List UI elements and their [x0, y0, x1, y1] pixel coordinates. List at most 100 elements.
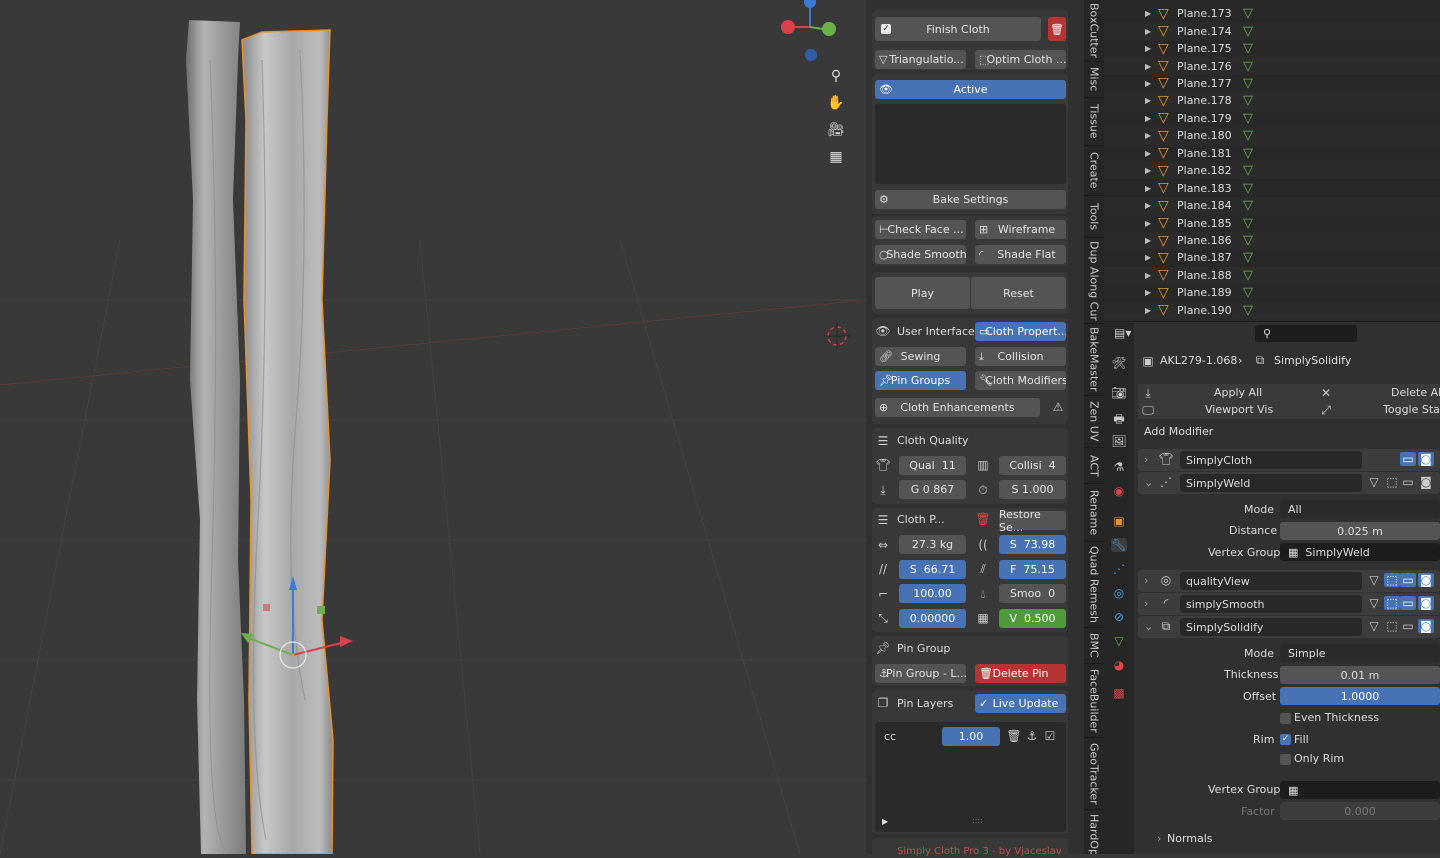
resize-handle-icon[interactable]: ::::	[972, 816, 983, 825]
shear-field[interactable]: S 66.71	[899, 560, 966, 579]
expand-arrow-icon[interactable]: ▶	[1145, 271, 1151, 280]
chevron-right-icon[interactable]: ›	[1144, 574, 1148, 587]
zoom-icon[interactable]: ⚲	[824, 64, 848, 88]
tab-bakemaster[interactable]: BakeMaster	[1084, 324, 1104, 396]
cloth-enhancements-button[interactable]: ⊕ Cloth Enhancements	[875, 398, 1040, 417]
outliner-row[interactable]: ▶ ▽ Plane.174 ▽	[1104, 22, 1440, 40]
modifier-wrench-icon[interactable]: 🔧︎	[1111, 538, 1127, 552]
modifier-name[interactable]: simplySmooth	[1180, 595, 1362, 613]
outliner-row[interactable]: ▶ ▽ Plane.183 ▽	[1104, 180, 1440, 197]
outliner-row[interactable]: ▶ ▽ Plane.176 ▽	[1104, 57, 1440, 75]
outliner-row[interactable]: ▶ ▽ Plane.177 ▽	[1104, 75, 1440, 92]
expand-arrow-icon[interactable]: ▶	[1145, 9, 1151, 18]
camera-icon[interactable]: ◙	[1418, 573, 1434, 587]
mesh-data-icon[interactable]: ▽	[1243, 128, 1253, 143]
expand-arrow-icon[interactable]: ▶	[1145, 149, 1151, 158]
world-icon[interactable]: ◉	[1111, 484, 1127, 498]
trash-icon[interactable]: 🗑︎	[975, 512, 991, 526]
thickness-field[interactable]: 0.01 m	[1280, 666, 1440, 684]
normals-subpanel[interactable]: Normals	[1167, 832, 1213, 845]
weld-mode-dropdown[interactable]: All	[1280, 500, 1440, 518]
outliner-row[interactable]: ▶ ▽ Plane.180 ▽	[1104, 127, 1440, 145]
apply-all-button[interactable]: Apply All	[1214, 386, 1262, 399]
monitor-icon[interactable]: ▭	[1400, 596, 1416, 610]
play-button[interactable]: Play	[875, 277, 970, 309]
outliner-row[interactable]: ▶ ▽ Plane.182 ▽	[1104, 162, 1440, 180]
collision-quality-field[interactable]: Collisi 4	[999, 456, 1066, 475]
material-icon[interactable]: ◕	[1111, 658, 1127, 672]
cloth-modifiers-tab[interactable]: 🔧︎ Cloth Modifiers	[975, 371, 1066, 390]
mesh-data-icon[interactable]: ▽	[1243, 111, 1253, 126]
chevron-right-icon[interactable]: ›	[1144, 597, 1148, 610]
outliner-row[interactable]: ▶ ▽ Plane.186 ▽	[1104, 231, 1440, 250]
expand-arrow-icon[interactable]: ▶	[1145, 219, 1151, 228]
mesh-data-icon[interactable]: ▽	[1243, 24, 1253, 39]
tab-bmc[interactable]: BMC	[1084, 628, 1104, 664]
weld-distance-field[interactable]: 0.025 m	[1280, 522, 1440, 540]
modifier-simplyweld[interactable]: ⌄ ⋰ SimplyWeld ▽ ⬚ ▭ ◙	[1138, 472, 1440, 494]
mesh-data-icon[interactable]: ▽	[1243, 93, 1253, 108]
add-modifier-button[interactable]: Add Modifier	[1144, 425, 1213, 438]
speed-field[interactable]: S 1.000	[999, 480, 1066, 499]
tab-facebuilder[interactable]: FaceBuilder	[1084, 664, 1104, 738]
layer-name[interactable]: cc	[884, 730, 896, 743]
tab-geotracker[interactable]: GeoTracker	[1084, 738, 1104, 810]
shrink-field[interactable]: 0.00000	[899, 609, 966, 628]
triangulation-button[interactable]: ▽ Triangulatio...	[875, 50, 966, 69]
expand-arrow-icon[interactable]: ▶	[1145, 184, 1151, 193]
shade-smooth-button[interactable]: ○ Shade Smooth	[875, 245, 966, 264]
outliner-row[interactable]: ▶ ▽ Plane.187 ▽	[1104, 249, 1440, 266]
friction-field[interactable]: F 75.15	[999, 560, 1066, 579]
cage-icon[interactable]: ⬚	[1384, 596, 1400, 610]
shade-flat-button[interactable]: ◜ Shade Flat	[975, 245, 1066, 264]
tab-boxcutter[interactable]: BoxCutter	[1084, 0, 1104, 62]
reset-button[interactable]: Reset	[971, 277, 1066, 309]
monitor-icon[interactable]: ▭	[1400, 475, 1416, 489]
collision-tab[interactable]: ⤓ Collision	[975, 347, 1066, 366]
check-face-button[interactable]: ⊢ Check Face ...	[875, 220, 966, 239]
particles-icon[interactable]: ⋰	[1111, 562, 1127, 576]
outliner-row[interactable]: ▶ ▽ Plane.179 ▽	[1104, 110, 1440, 127]
outliner-row[interactable]: ▶ ▽ Plane.178 ▽	[1104, 92, 1440, 110]
texture-icon[interactable]: ▩	[1111, 686, 1127, 700]
cage-icon[interactable]: ⬚	[1384, 475, 1400, 489]
mesh-data-icon[interactable]: ▽	[1111, 634, 1127, 648]
camera-icon[interactable]: ◙	[1418, 452, 1434, 466]
tab-dup-along-cur[interactable]: Dup Along Cur	[1084, 238, 1104, 324]
delete-pin-button[interactable]: 🗑︎ Delete Pin	[975, 664, 1066, 683]
monitor-icon[interactable]: ▭	[1400, 619, 1416, 633]
optim-cloth-button[interactable]: ⬚ Optim Cloth ...	[975, 50, 1066, 69]
weld-vgroup-field[interactable]: ▦ SimplyWeld	[1280, 543, 1440, 561]
mesh-data-icon[interactable]: ▽	[1243, 285, 1253, 300]
camera-icon[interactable]: ◙	[1418, 475, 1434, 489]
smooth-field[interactable]: Smoo 0	[999, 584, 1066, 603]
offset-field[interactable]: 1.0000	[1280, 687, 1440, 705]
chevron-down-icon[interactable]: ⌄	[1144, 620, 1153, 633]
expand-arrow-icon[interactable]: ▶	[1145, 201, 1151, 210]
outliner-row[interactable]: ▶ ▽ Plane.175 ▽	[1104, 40, 1440, 57]
mesh-data-icon[interactable]: ▽	[1243, 59, 1253, 74]
edit-mode-icon[interactable]: ▽	[1366, 596, 1382, 610]
output-icon[interactable]: 🖶︎	[1111, 410, 1127, 431]
pin-group-list-button[interactable]: ⚓︎ Pin Group - L...	[875, 664, 966, 683]
checkbox-icon[interactable]: ☑	[1042, 729, 1058, 743]
hand-pan-icon[interactable]: ✋	[824, 91, 848, 115]
vertex-weight-field[interactable]: V 0.500	[999, 609, 1066, 628]
chevron-right-icon[interactable]: ›	[1144, 453, 1148, 466]
mesh-data-icon[interactable]: ▽	[1243, 76, 1253, 91]
expand-arrow-icon[interactable]: ▶	[1145, 44, 1151, 53]
mesh-data-icon[interactable]: ▽	[1243, 6, 1253, 21]
edit-mode-icon[interactable]: ▽	[1366, 573, 1382, 587]
cage-icon[interactable]: ⬚	[1384, 573, 1400, 587]
outliner-row[interactable]: ▶ ▽ Plane.185 ▽	[1104, 214, 1440, 231]
gravity-field[interactable]: G 0.867	[899, 480, 966, 499]
only-rim-checkbox[interactable]	[1280, 754, 1291, 765]
expand-arrow-icon[interactable]: ▶	[1145, 253, 1151, 262]
grid-perspective-icon[interactable]: ▦	[824, 145, 848, 169]
cage-icon[interactable]: ⬚	[1384, 619, 1400, 633]
tool-icon[interactable]: 🛠︎	[1111, 356, 1127, 370]
object-icon[interactable]: ▣	[1111, 514, 1127, 528]
quality-field[interactable]: Qual 11	[899, 456, 966, 475]
active-toggle[interactable]: 👁︎ Active	[875, 80, 1066, 99]
wireframe-button[interactable]: ⊞ Wireframe	[975, 220, 1066, 239]
